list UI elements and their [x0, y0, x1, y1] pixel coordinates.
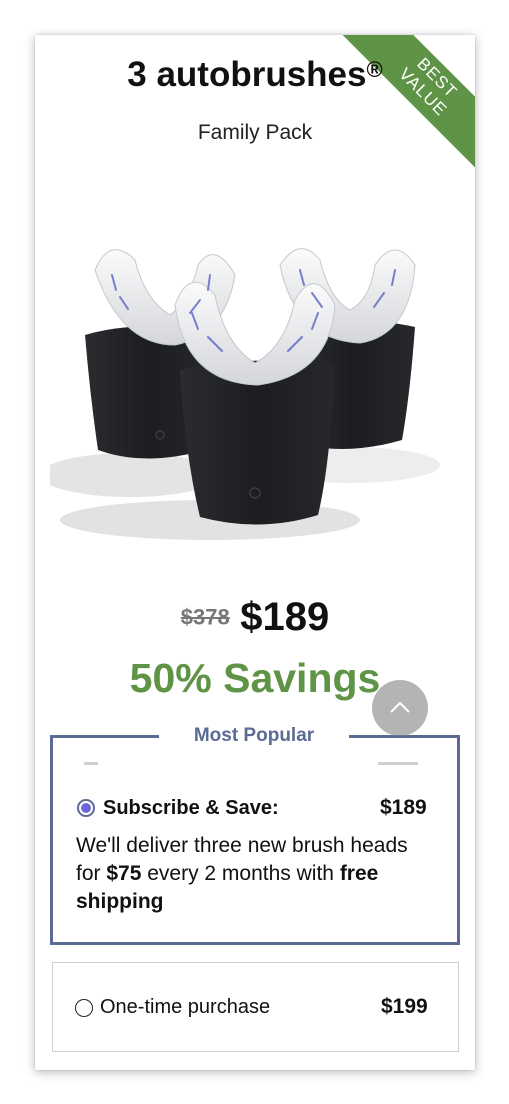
product-card: BEST VALUE 3 autobrushes® Family Pack $3…: [35, 35, 475, 1070]
subscribe-radio[interactable]: [77, 799, 95, 817]
product-subtitle: Family Pack: [197, 121, 313, 144]
one-time-label: One-time purchase: [100, 996, 271, 1018]
original-price: $378: [180, 604, 230, 630]
subscribe-price: $189: [380, 796, 427, 819]
trademark-symbol: ®: [366, 57, 383, 82]
most-popular-label: Most Popular: [159, 724, 349, 748]
one-time-radio[interactable]: [75, 999, 93, 1017]
scrolled-text-fragment: [378, 762, 418, 765]
product-title: 3 autobrushes®: [35, 55, 475, 95]
scrolled-text-fragment: [84, 762, 98, 765]
subscribe-description: We'll deliver three new brush heads for …: [76, 834, 408, 913]
subscribe-option[interactable]: Most Popular Subscribe & Save: $189 We'l…: [50, 724, 460, 945]
scroll-to-top-button[interactable]: [372, 680, 428, 736]
product-image: [50, 248, 440, 540]
sale-price: $189: [240, 595, 330, 639]
product-title-text: 3 autobrushes: [127, 55, 367, 94]
one-time-price: $199: [381, 995, 428, 1018]
one-time-option[interactable]: One-time purchase $199: [52, 962, 459, 1052]
price-row: $378 $189: [35, 595, 475, 640]
chevron-up-icon: [390, 701, 410, 713]
subscribe-label: Subscribe & Save:: [103, 797, 279, 819]
